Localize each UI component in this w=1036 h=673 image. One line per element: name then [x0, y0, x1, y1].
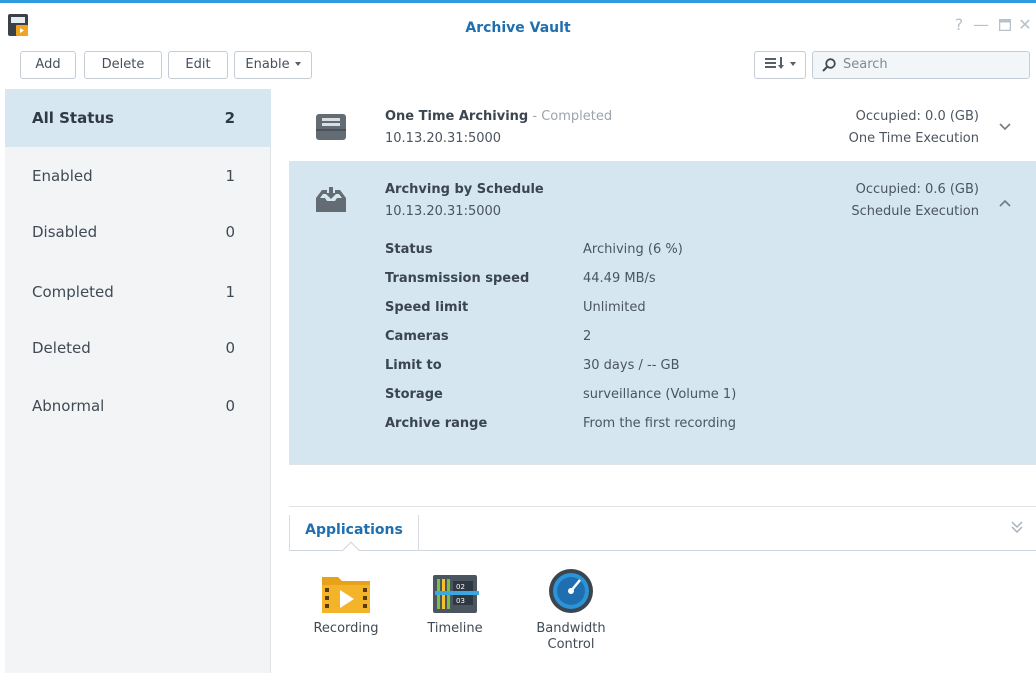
chevron-down-icon — [789, 62, 796, 66]
status-filter-sidebar: All Status 2 Enabled 1 Disabled 0 Comple… — [5, 89, 271, 673]
enable-button-label: Enable — [245, 57, 290, 72]
app-bandwidth-control[interactable]: Bandwidth Control — [526, 569, 616, 653]
delete-button[interactable]: Delete — [84, 51, 162, 79]
sidebar-item-count: 0 — [225, 397, 235, 415]
inbox-tray-icon — [316, 114, 346, 140]
bandwidth-control-icon — [549, 569, 593, 613]
sidebar-item-abnormal[interactable]: Abnormal 0 — [5, 377, 271, 435]
sidebar-item-label: Completed — [32, 283, 114, 301]
window-title: Archive Vault — [465, 20, 571, 36]
svg-text:03: 03 — [456, 597, 465, 605]
chevron-down-icon — [294, 62, 301, 66]
sort-icon — [764, 57, 784, 69]
title-bar: Archive Vault ? — ✕ — [0, 6, 1036, 46]
close-icon[interactable]: ✕ — [1014, 14, 1036, 36]
detail-value-transmission-speed: 44.49 MB/s — [583, 271, 656, 286]
archive-task-list: One Time Archiving - Completed 10.13.20.… — [289, 89, 1036, 509]
task-name: One Time Archiving - Completed — [385, 109, 612, 124]
task-address: 10.13.20.31:5000 — [385, 204, 502, 219]
detail-key-limit-to: Limit to — [385, 358, 442, 373]
sidebar-item-label: Deleted — [32, 339, 91, 357]
detail-value-speed-limit: Unlimited — [583, 300, 646, 315]
applications-panel: Applications Recording 02 03 Timeline Ba… — [289, 506, 1036, 673]
detail-key-status: Status — [385, 242, 433, 257]
scheduled-archive-icon — [316, 187, 346, 212]
search-placeholder: Search — [843, 57, 888, 72]
task-name: Archving by Schedule — [385, 182, 544, 197]
task-row-expanded[interactable]: Archving by Schedule 10.13.20.31:5000 Oc… — [289, 162, 1036, 465]
edit-button[interactable]: Edit — [168, 51, 228, 79]
detail-key-cameras: Cameras — [385, 329, 449, 344]
sidebar-item-label: Abnormal — [32, 397, 105, 415]
chevron-up-icon[interactable] — [998, 196, 1012, 210]
sidebar-item-disabled[interactable]: Disabled 0 — [5, 203, 271, 261]
sidebar-item-count: 1 — [225, 167, 235, 185]
sidebar-item-all-status[interactable]: All Status 2 — [5, 89, 271, 147]
double-chevron-down-icon[interactable] — [1010, 519, 1024, 535]
task-status: - Completed — [528, 109, 613, 124]
search-input[interactable]: Search — [812, 51, 1030, 79]
sidebar-item-count: 2 — [224, 109, 235, 127]
sidebar-item-completed[interactable]: Completed 1 — [5, 263, 271, 321]
task-name-text: One Time Archiving — [385, 109, 529, 124]
enable-dropdown-button[interactable]: Enable — [234, 51, 312, 79]
sidebar-item-label: Enabled — [32, 167, 93, 185]
chevron-down-icon[interactable] — [998, 120, 1012, 134]
app-timeline[interactable]: 02 03 Timeline — [410, 571, 500, 637]
search-icon — [822, 58, 836, 72]
app-label: Recording — [313, 621, 379, 636]
sidebar-item-deleted[interactable]: Deleted 0 — [5, 319, 271, 377]
sidebar-item-count: 0 — [225, 339, 235, 357]
task-details: Status Archiving (6 %) Transmission spee… — [385, 242, 885, 452]
maximize-icon[interactable] — [994, 14, 1016, 36]
sidebar-item-count: 1 — [225, 283, 235, 301]
recording-icon — [322, 577, 370, 613]
app-recording[interactable]: Recording — [301, 571, 391, 637]
minimize-icon[interactable]: — — [970, 14, 992, 36]
task-execution: Schedule Execution — [851, 204, 979, 219]
archive-vault-window: Archive Vault ? — ✕ Add Delete Edit Enab… — [0, 0, 1036, 673]
svg-text:02: 02 — [456, 583, 465, 591]
task-occupied: Occupied: 0.0 (GB) — [855, 109, 979, 124]
detail-value-limit-to: 30 days / -- GB — [583, 358, 680, 373]
timeline-icon: 02 03 — [433, 575, 479, 613]
sidebar-item-label: Disabled — [32, 223, 98, 241]
task-execution: One Time Execution — [848, 131, 979, 146]
app-label: Timeline — [427, 621, 483, 636]
sort-button[interactable] — [754, 51, 806, 79]
add-button[interactable]: Add — [20, 51, 76, 79]
detail-key-archive-range: Archive range — [385, 416, 488, 431]
sidebar-item-count: 0 — [225, 223, 235, 241]
app-label: Bandwidth Control — [536, 621, 606, 652]
task-row[interactable]: One Time Archiving - Completed 10.13.20.… — [289, 89, 1036, 162]
detail-key-storage: Storage — [385, 387, 443, 402]
detail-value-storage: surveillance (Volume 1) — [583, 387, 737, 402]
detail-value-status: Archiving (6 %) — [583, 242, 683, 257]
detail-key-speed-limit: Speed limit — [385, 300, 469, 315]
help-icon[interactable]: ? — [948, 14, 970, 36]
sidebar-item-enabled[interactable]: Enabled 1 — [5, 147, 271, 205]
detail-value-cameras: 2 — [583, 329, 592, 344]
detail-key-transmission-speed: Transmission speed — [385, 271, 530, 286]
toolbar: Add Delete Edit Enable Search — [0, 49, 1036, 83]
sidebar-item-label: All Status — [32, 109, 114, 127]
task-occupied: Occupied: 0.6 (GB) — [855, 182, 979, 197]
applications-tab-bar: Applications — [289, 507, 1036, 559]
detail-value-archive-range: From the first recording — [583, 416, 736, 431]
task-address: 10.13.20.31:5000 — [385, 131, 502, 146]
